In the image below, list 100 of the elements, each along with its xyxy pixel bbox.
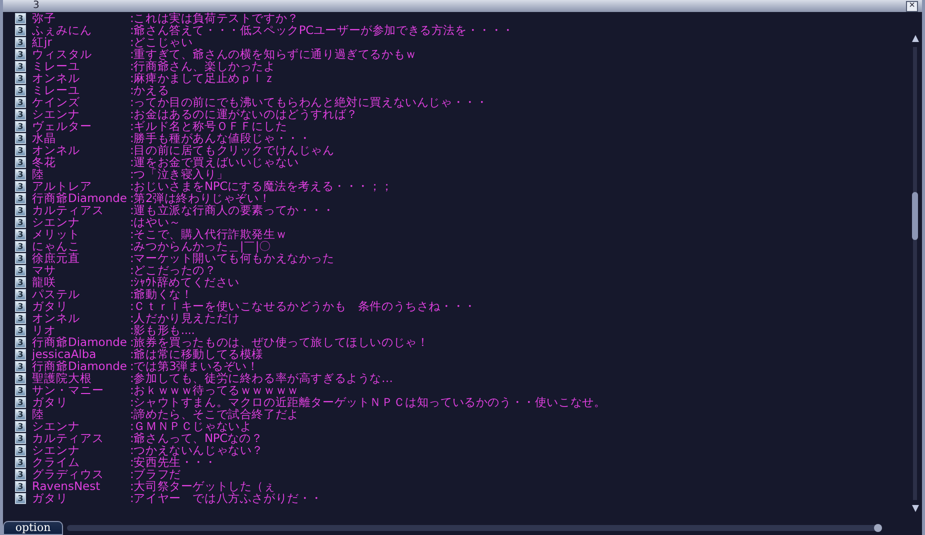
chat-message: :ＧＭＮＰＣじゃないよ [130,420,252,432]
scroll-up-icon[interactable] [910,34,920,43]
channel-badge: 3 [15,444,26,456]
player-name: ケインズ [32,96,81,108]
player-name: RavensNest [32,480,102,492]
player-name: グラディウス [32,468,105,480]
player-name: 龍咲 [32,276,57,288]
chat-message: :勝手も種があんな値段じゃ・・・ [130,132,311,144]
player-name: サン・マニー [32,384,105,396]
chat-message: :シャウトすまん。マクロの近距離ターゲットＮＰＣは知っているかのう・・使いこなせ。 [130,396,606,408]
option-tab[interactable]: option [3,521,63,535]
channel-badge: 3 [15,360,26,372]
channel-badge: 3 [15,24,26,36]
chat-message: :爺さんって、NPCなの？ [130,432,263,444]
player-name: マサ [32,264,56,276]
channel-badge: 3 [15,204,26,216]
chat-message: :みつからんかった＿|￣|〇 [130,240,271,252]
player-name: シエンナ [32,216,81,228]
chat-message: :人だかり見えただけ [130,312,240,324]
player-name: シエンナ [32,420,81,432]
channel-badge: 3 [15,72,26,84]
scrollbar-thumb[interactable] [912,192,918,240]
channel-badge: 3 [15,36,26,48]
chat-message: :安西先生・・・ [130,456,216,468]
player-name: オンネル [32,72,81,84]
chat-message: :爺動くな！ [130,288,193,300]
channel-badge: 3 [15,420,26,432]
player-name: 冬花 [32,156,56,168]
chat-message: :これは実は負荷テストですか？ [130,12,299,24]
channel-badge: 3 [15,348,26,360]
chat-message: :ｼｬｳﾄ辞めてください [130,276,240,288]
channel-badge: 3 [15,468,26,480]
player-name: ガタリ [32,492,69,504]
channel-badge: 3 [15,384,26,396]
chat-message: :爺さん答えて・・・低スペックPCユーザーが参加できる方法を・・・・ [130,24,514,36]
channel-badge: 3 [15,372,26,384]
channel-badge: 3 [15,480,26,492]
player-name: メリット [32,228,81,240]
chat-message: :はやい～ [130,216,181,228]
channel-badge: 3 [15,432,26,444]
channel-badge: 3 [15,228,26,240]
player-name: ミレーユ [32,60,81,72]
chat-message: :爺は常に移動してる模様 [130,348,264,360]
channel-badge: 3 [15,276,26,288]
player-name: オンネル [32,144,81,156]
chat-message: :運も立派な行商人の要素ってか・・・ [130,204,334,216]
chat-message: :つかえないんじゃない？ [130,444,264,456]
channel-badge: 3 [15,216,26,228]
player-name: ミレーユ [32,84,81,96]
chat-message: :影も形も.... [130,324,195,336]
chat-message: :運をお金で買えばいいじゃない [130,156,299,168]
channel-badge: 3 [15,12,26,24]
scrollbar-thumb[interactable] [874,524,882,532]
channel-badge: 3 [15,108,26,120]
scroll-down-icon[interactable] [910,504,920,513]
channel-badge: 3 [15,336,26,348]
chat-message: :ってか目の前にでも沸いてもらわんと絶対に買えないんじゃ・・・ [130,96,488,108]
channel-badge: 3 [15,84,26,96]
player-name: ふぇみにん [32,24,93,36]
channel-badge: 3 [15,492,26,504]
player-name: カルティアス [32,432,105,444]
channel-badge: 3 [15,96,26,108]
player-name: 弥子 [32,12,57,24]
player-name: 行商爺Diamonde [32,360,128,372]
player-name: 陸 [32,408,44,420]
player-name: オンネル [32,312,81,324]
chat-message: :おｋｗｗｗ待ってるｗｗｗｗｗ [130,384,299,396]
chat-message: :重すぎて、爺さんの横を知らずに通り過ぎてるかもｗ [130,48,417,60]
channel-badge: 3 [15,240,26,252]
player-name: ヴェルター [32,120,93,132]
channel-badge: 3 [15,192,26,204]
chat-message: :お金はあるのに運がないのはどうすれば？ [130,108,358,120]
chat-message: :ブラフだ [130,468,181,480]
chat-message: :アイヤー では八方ふさがりだ・・ [130,492,322,504]
player-name: シエンナ [32,108,81,120]
chat-message: :大司祭ターゲットした（ぇ [130,480,276,492]
channel-badge: 3 [15,300,26,312]
channel-badge: 3 [15,120,26,132]
channel-badge: 3 [15,168,26,180]
chat-message: :そこで、購入代行詐欺発生ｗ [130,228,288,240]
chat-message: :ギルド名と称号ＯＦＦにした [130,120,288,132]
player-name: jessicaAlba [32,348,98,360]
player-name: パステル [32,288,81,300]
chat-message: :第2弾は終わりじゃぞい！ [130,192,271,204]
chat-message: :どこじゃい [130,36,193,48]
player-name: シエンナ [32,444,81,456]
close-button[interactable]: × [906,0,918,12]
channel-badge: 3 [15,132,26,144]
channel-badge: 3 [15,396,26,408]
chat-message: :諦めたら、そこで試合終了だよ [130,408,299,420]
window-title: 3 [33,0,40,12]
player-name: 水晶 [32,132,57,144]
player-name: にゃんこ [32,240,81,252]
player-name: カルティアス [32,204,105,216]
chat-message: :かえる [130,84,170,96]
channel-badge: 3 [15,156,26,168]
chat-message: :Ｃｔｒｌキーを使いこなせるかどうかも 条件のうちさね・・・ [130,300,476,312]
channel-badge: 3 [15,408,26,420]
player-name: ウィスタル [32,48,93,60]
player-name: 行商爺Diamonde [32,192,128,204]
